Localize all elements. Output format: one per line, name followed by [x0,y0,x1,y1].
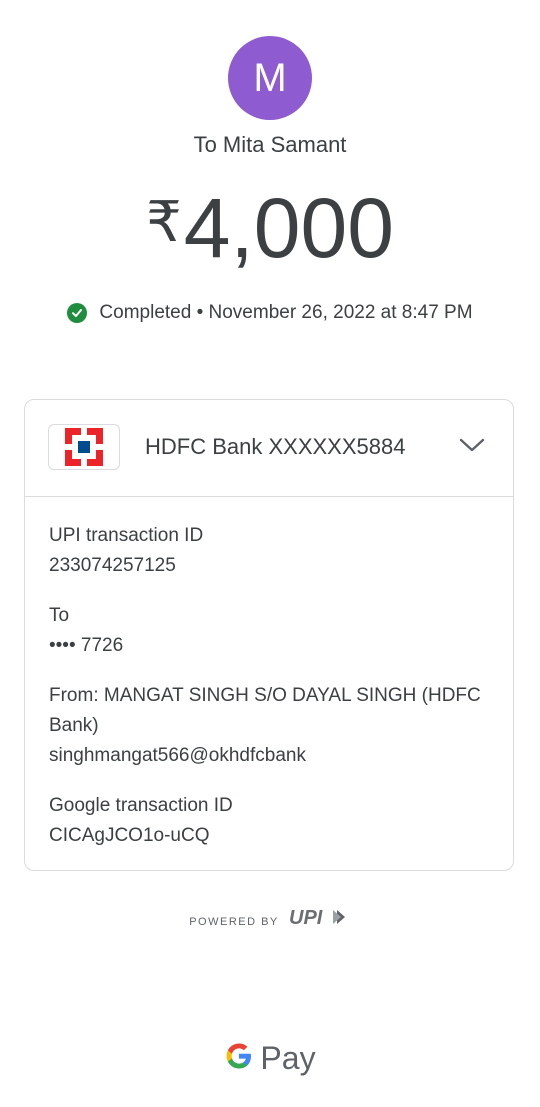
avatar-initial: M [253,55,287,100]
detail-upi-transaction-id: UPI transaction ID 233074257125 [49,521,489,581]
transaction-status: Completed • November 26, 2022 at 8:47 PM [0,302,540,324]
powered-by-label: POWERED BY [189,915,279,928]
detail-label: Google transaction ID [49,795,233,816]
upi-logo-text: UPI [289,907,323,929]
detail-label: UPI transaction ID [49,525,204,546]
pay-wordmark: Pay [260,1040,316,1076]
google-g-icon [224,1041,254,1076]
payee-name: To Mita Samant [193,132,347,157]
currency-symbol: ₹ [146,190,182,253]
transaction-details-card: HDFC Bank XXXXXX5884 UPI transaction ID … [24,399,514,871]
detail-label: From: MANGAT SINGH S/O DAYAL SINGH (HDFC… [49,685,481,736]
detail-label: To [49,605,70,626]
detail-from: From: MANGAT SINGH S/O DAYAL SINGH (HDFC… [49,681,489,771]
powered-by-upi: POWERED BY UPI [0,906,540,937]
detail-value[interactable]: singhmangat566@okhdfcbank [49,741,489,771]
upi-logo: UPI [287,906,351,937]
chevron-down-icon[interactable] [459,436,485,459]
hdfc-logo [48,424,120,470]
transaction-amount: ₹ 4,000 [0,178,540,278]
payee-avatar: M [228,36,312,120]
status-text: Completed • November 26, 2022 at 8:47 PM [99,302,473,323]
detail-to: To •••• 7726 [49,601,489,661]
bank-account-label: HDFC Bank XXXXXX5884 [145,434,406,459]
google-pay-logo: Pay [0,1040,540,1077]
check-circle-icon [67,303,88,323]
detail-value[interactable]: 233074257125 [49,551,489,581]
amount-value: 4,000 [183,181,394,275]
detail-value: •••• 7726 [49,635,124,656]
detail-google-transaction-id: Google transaction ID CICAgJCO1o-uCQ [49,791,489,851]
bank-account-row[interactable]: HDFC Bank XXXXXX5884 [25,400,513,497]
details-list: UPI transaction ID 233074257125 To •••• … [25,497,513,851]
detail-value[interactable]: CICAgJCO1o-uCQ [49,821,489,851]
